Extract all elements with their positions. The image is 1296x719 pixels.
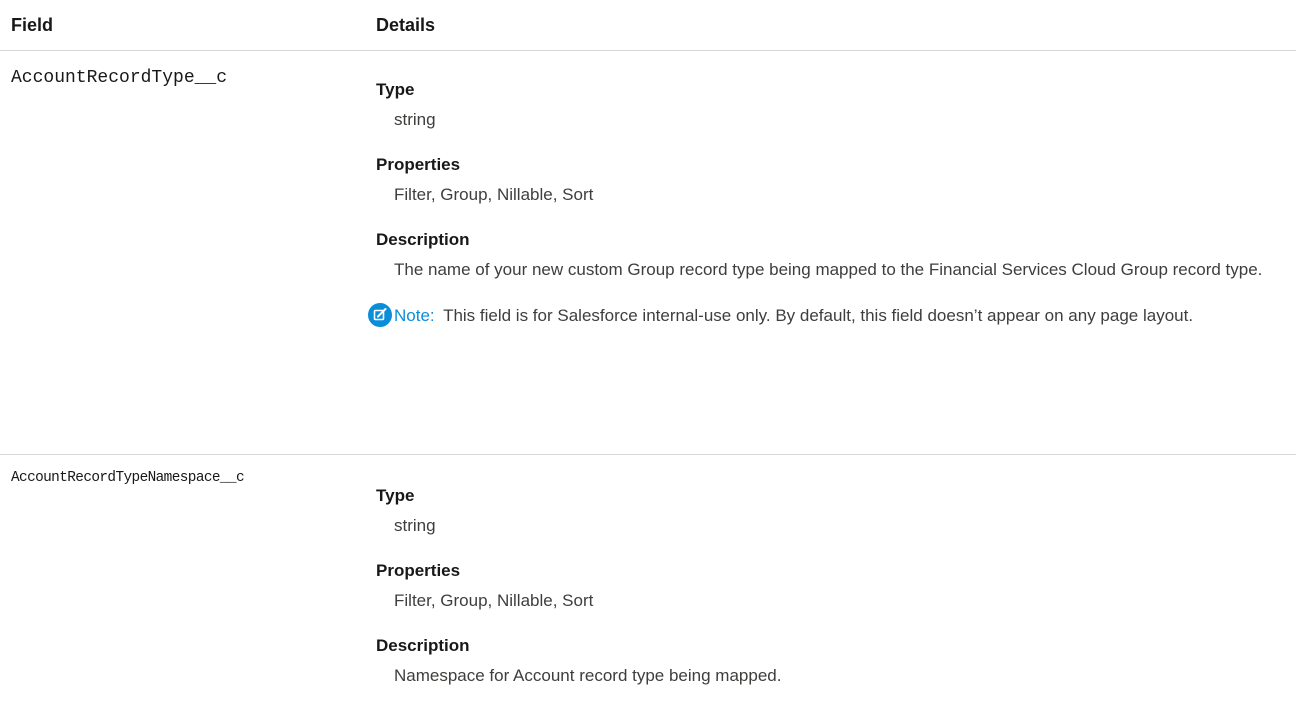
properties-block: Properties Filter, Group, Nillable, Sort [376, 560, 1276, 614]
description-value: The name of your new custom Group record… [394, 260, 1263, 279]
type-label: Type [376, 486, 415, 505]
field-column-header: Field [11, 15, 54, 35]
type-value: string [394, 516, 436, 535]
properties-value: Filter, Group, Nillable, Sort [394, 591, 594, 610]
table-row: AccountRecordType__c Type string Propert… [0, 51, 1296, 455]
field-details: Type string Properties Filter, Group, Ni… [368, 79, 1276, 331]
description-value: Namespace for Account record type being … [394, 666, 782, 685]
field-name: AccountRecordTypeNamespace__c [11, 470, 245, 486]
properties-block: Properties Filter, Group, Nillable, Sort [376, 154, 1276, 208]
note-label: Note: [394, 306, 435, 325]
properties-label: Properties [376, 155, 461, 174]
type-value: string [394, 110, 436, 129]
type-block: Type string [376, 79, 1276, 133]
edit-note-icon [368, 303, 392, 327]
properties-label: Properties [376, 561, 461, 580]
note-text: This field is for Salesforce internal-us… [443, 306, 1194, 325]
properties-value: Filter, Group, Nillable, Sort [394, 185, 594, 204]
table-row: AccountRecordTypeNamespace__c Type strin… [0, 455, 1296, 715]
description-label: Description [376, 230, 470, 249]
description-block: Description The name of your new custom … [376, 229, 1276, 283]
table-header-row: Field Details [0, 0, 1296, 51]
field-name: AccountRecordType__c [11, 68, 228, 88]
note-callout: Note: This field is for Salesforce inter… [368, 301, 1274, 331]
description-block: Description Namespace for Account record… [376, 635, 1276, 689]
type-block: Type string [376, 485, 1276, 539]
description-label: Description [376, 636, 470, 655]
field-details: Type string Properties Filter, Group, Ni… [376, 485, 1276, 689]
details-column-header: Details [376, 15, 436, 35]
field-reference-table: Field Details AccountRecordType__c Type … [0, 0, 1296, 715]
type-label: Type [376, 80, 415, 99]
